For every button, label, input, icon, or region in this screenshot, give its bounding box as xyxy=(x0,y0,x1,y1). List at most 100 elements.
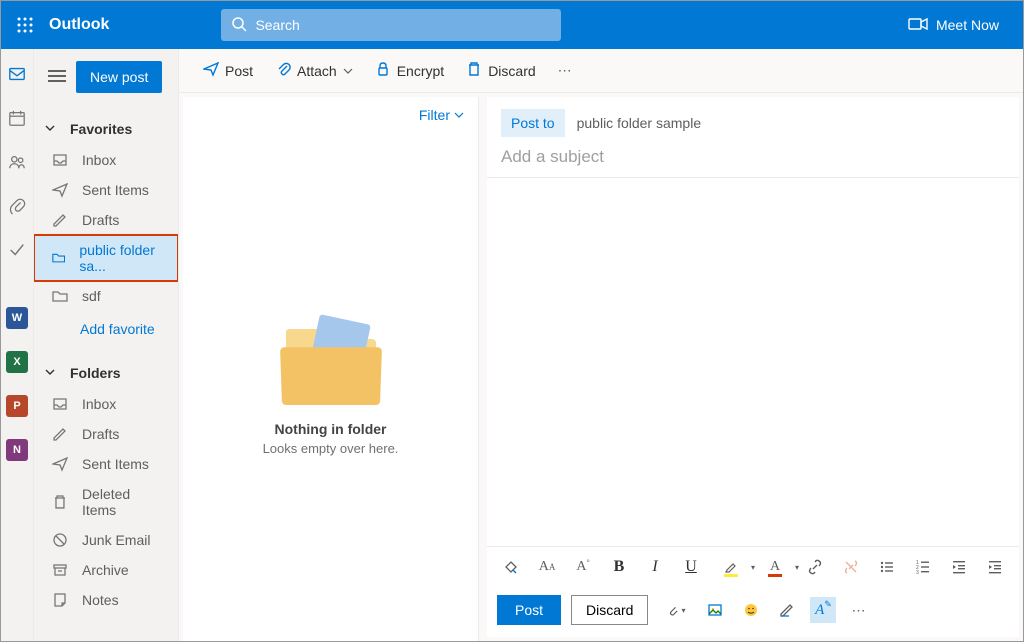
folder-pane: New post Favorites Inbox Sent Items Draf… xyxy=(34,49,179,641)
rail-files[interactable] xyxy=(1,193,33,219)
message-list: Filter Nothing in folder Looks empty ove… xyxy=(183,97,479,641)
subject-input[interactable] xyxy=(501,147,1005,167)
rail-todo[interactable] xyxy=(1,237,33,263)
fav-sdf[interactable]: sdf xyxy=(34,281,178,311)
cmd-post[interactable]: Post xyxy=(195,55,261,86)
outdent-icon[interactable] xyxy=(945,553,973,581)
compose-actions: Post Discard ▾ A✎ ⋯ xyxy=(487,587,1019,637)
meet-now-button[interactable]: Meet Now xyxy=(892,16,1015,35)
pencil-icon xyxy=(52,426,68,442)
inbox-icon xyxy=(52,152,68,168)
chevron-down-icon xyxy=(343,63,353,79)
app-launcher[interactable] xyxy=(9,9,41,41)
filter-button[interactable]: Filter xyxy=(419,107,464,123)
inbox-icon xyxy=(52,396,68,412)
link-icon[interactable] xyxy=(801,553,829,581)
send-icon xyxy=(52,456,68,472)
cmd-label: Post xyxy=(225,63,253,79)
folder-drafts[interactable]: Drafts xyxy=(34,419,178,449)
empty-subtitle: Looks empty over here. xyxy=(263,441,399,456)
folder-sent[interactable]: Sent Items xyxy=(34,449,178,479)
post-to-value: public folder sample xyxy=(577,115,702,131)
cmd-encrypt[interactable]: Encrypt xyxy=(367,55,452,86)
action-overflow[interactable]: ⋯ xyxy=(846,597,872,623)
folder-inbox[interactable]: Inbox xyxy=(34,389,178,419)
italic-button[interactable]: I xyxy=(641,553,669,581)
rail-onenote[interactable]: N xyxy=(1,437,33,463)
post-to-button[interactable]: Post to xyxy=(501,109,565,137)
folder-archive[interactable]: Archive xyxy=(34,555,178,585)
add-favorite[interactable]: Add favorite xyxy=(34,311,178,351)
font-size-icon[interactable]: A° xyxy=(569,553,597,581)
highlight-button[interactable]: ▾ xyxy=(713,553,749,581)
bold-button[interactable]: B xyxy=(605,553,633,581)
format-painter-icon[interactable] xyxy=(497,553,525,581)
toggle-folder-pane[interactable] xyxy=(48,69,66,86)
block-icon xyxy=(52,532,68,548)
show-formatting-icon[interactable]: A✎ xyxy=(810,597,836,623)
rail-excel[interactable]: X xyxy=(1,349,33,375)
cmd-label: Attach xyxy=(297,63,337,79)
meet-now-label: Meet Now xyxy=(936,17,999,33)
fav-public-folder[interactable]: public folder sa... xyxy=(34,235,178,281)
rail-powerpoint[interactable]: P xyxy=(1,393,33,419)
video-icon xyxy=(908,16,928,35)
numbering-icon[interactable]: 123 xyxy=(909,553,937,581)
fav-drafts[interactable]: Drafts xyxy=(34,205,178,235)
folder-label: Sent Items xyxy=(82,182,149,198)
picture-icon[interactable] xyxy=(702,597,728,623)
favorites-header[interactable]: Favorites xyxy=(34,113,178,145)
folder-label: Inbox xyxy=(82,396,116,412)
empty-state: Nothing in folder Looks empty over here. xyxy=(183,133,478,641)
cmd-attach[interactable]: Attach xyxy=(267,55,361,86)
folders-header[interactable]: Folders xyxy=(34,357,178,389)
rail-people[interactable] xyxy=(1,149,33,175)
folder-notes[interactable]: Notes xyxy=(34,585,178,615)
unlink-icon[interactable] xyxy=(837,553,865,581)
discard-button[interactable]: Discard xyxy=(571,595,648,625)
left-rail: W X P N xyxy=(1,49,34,641)
chevron-down-icon xyxy=(454,107,464,123)
post-button[interactable]: Post xyxy=(497,595,561,625)
folder-label: Deleted Items xyxy=(82,486,168,518)
indent-icon[interactable] xyxy=(981,553,1009,581)
send-icon xyxy=(203,61,219,80)
signature-icon[interactable] xyxy=(774,597,800,623)
rail-word[interactable]: W xyxy=(1,305,33,331)
command-bar: Post Attach Encrypt Discard ⋯ xyxy=(179,49,1023,93)
fav-inbox[interactable]: Inbox xyxy=(34,145,178,175)
folder-illustration xyxy=(276,319,386,409)
archive-icon xyxy=(52,562,68,578)
folder-label: Drafts xyxy=(82,212,119,228)
attach-dropdown[interactable]: ▾ xyxy=(658,597,692,623)
fav-sent[interactable]: Sent Items xyxy=(34,175,178,205)
cmd-discard[interactable]: Discard xyxy=(458,55,543,86)
pencil-icon xyxy=(52,212,68,228)
folder-label: Archive xyxy=(82,562,129,578)
emoji-icon[interactable] xyxy=(738,597,764,623)
cmd-overflow[interactable]: ⋯ xyxy=(550,58,582,83)
folder-junk[interactable]: Junk Email xyxy=(34,525,178,555)
format-toolbar: AA A° B I U ▾ A▾ 123 xyxy=(487,546,1019,587)
font-icon[interactable]: AA xyxy=(533,553,561,581)
cmd-label: Encrypt xyxy=(397,63,444,79)
compose-pane: Post to public folder sample AA A° B I U… xyxy=(487,97,1019,637)
app-header: Outlook Meet Now xyxy=(1,1,1023,49)
new-post-button[interactable]: New post xyxy=(76,61,162,93)
filter-label: Filter xyxy=(419,107,450,123)
compose-body[interactable] xyxy=(487,178,1019,546)
rail-calendar[interactable] xyxy=(1,105,33,131)
rail-mail[interactable] xyxy=(1,61,33,87)
attach-icon xyxy=(275,61,291,80)
font-color-button[interactable]: A▾ xyxy=(757,553,793,581)
favorites-label: Favorites xyxy=(70,121,132,137)
folder-deleted[interactable]: Deleted Items xyxy=(34,479,178,525)
folder-icon xyxy=(52,250,65,266)
underline-button[interactable]: U xyxy=(677,553,705,581)
search-input[interactable] xyxy=(247,17,551,33)
note-icon xyxy=(52,592,68,608)
folder-label: Sent Items xyxy=(82,456,149,472)
folder-icon xyxy=(52,288,68,304)
search-box[interactable] xyxy=(221,9,561,41)
bullets-icon[interactable] xyxy=(873,553,901,581)
